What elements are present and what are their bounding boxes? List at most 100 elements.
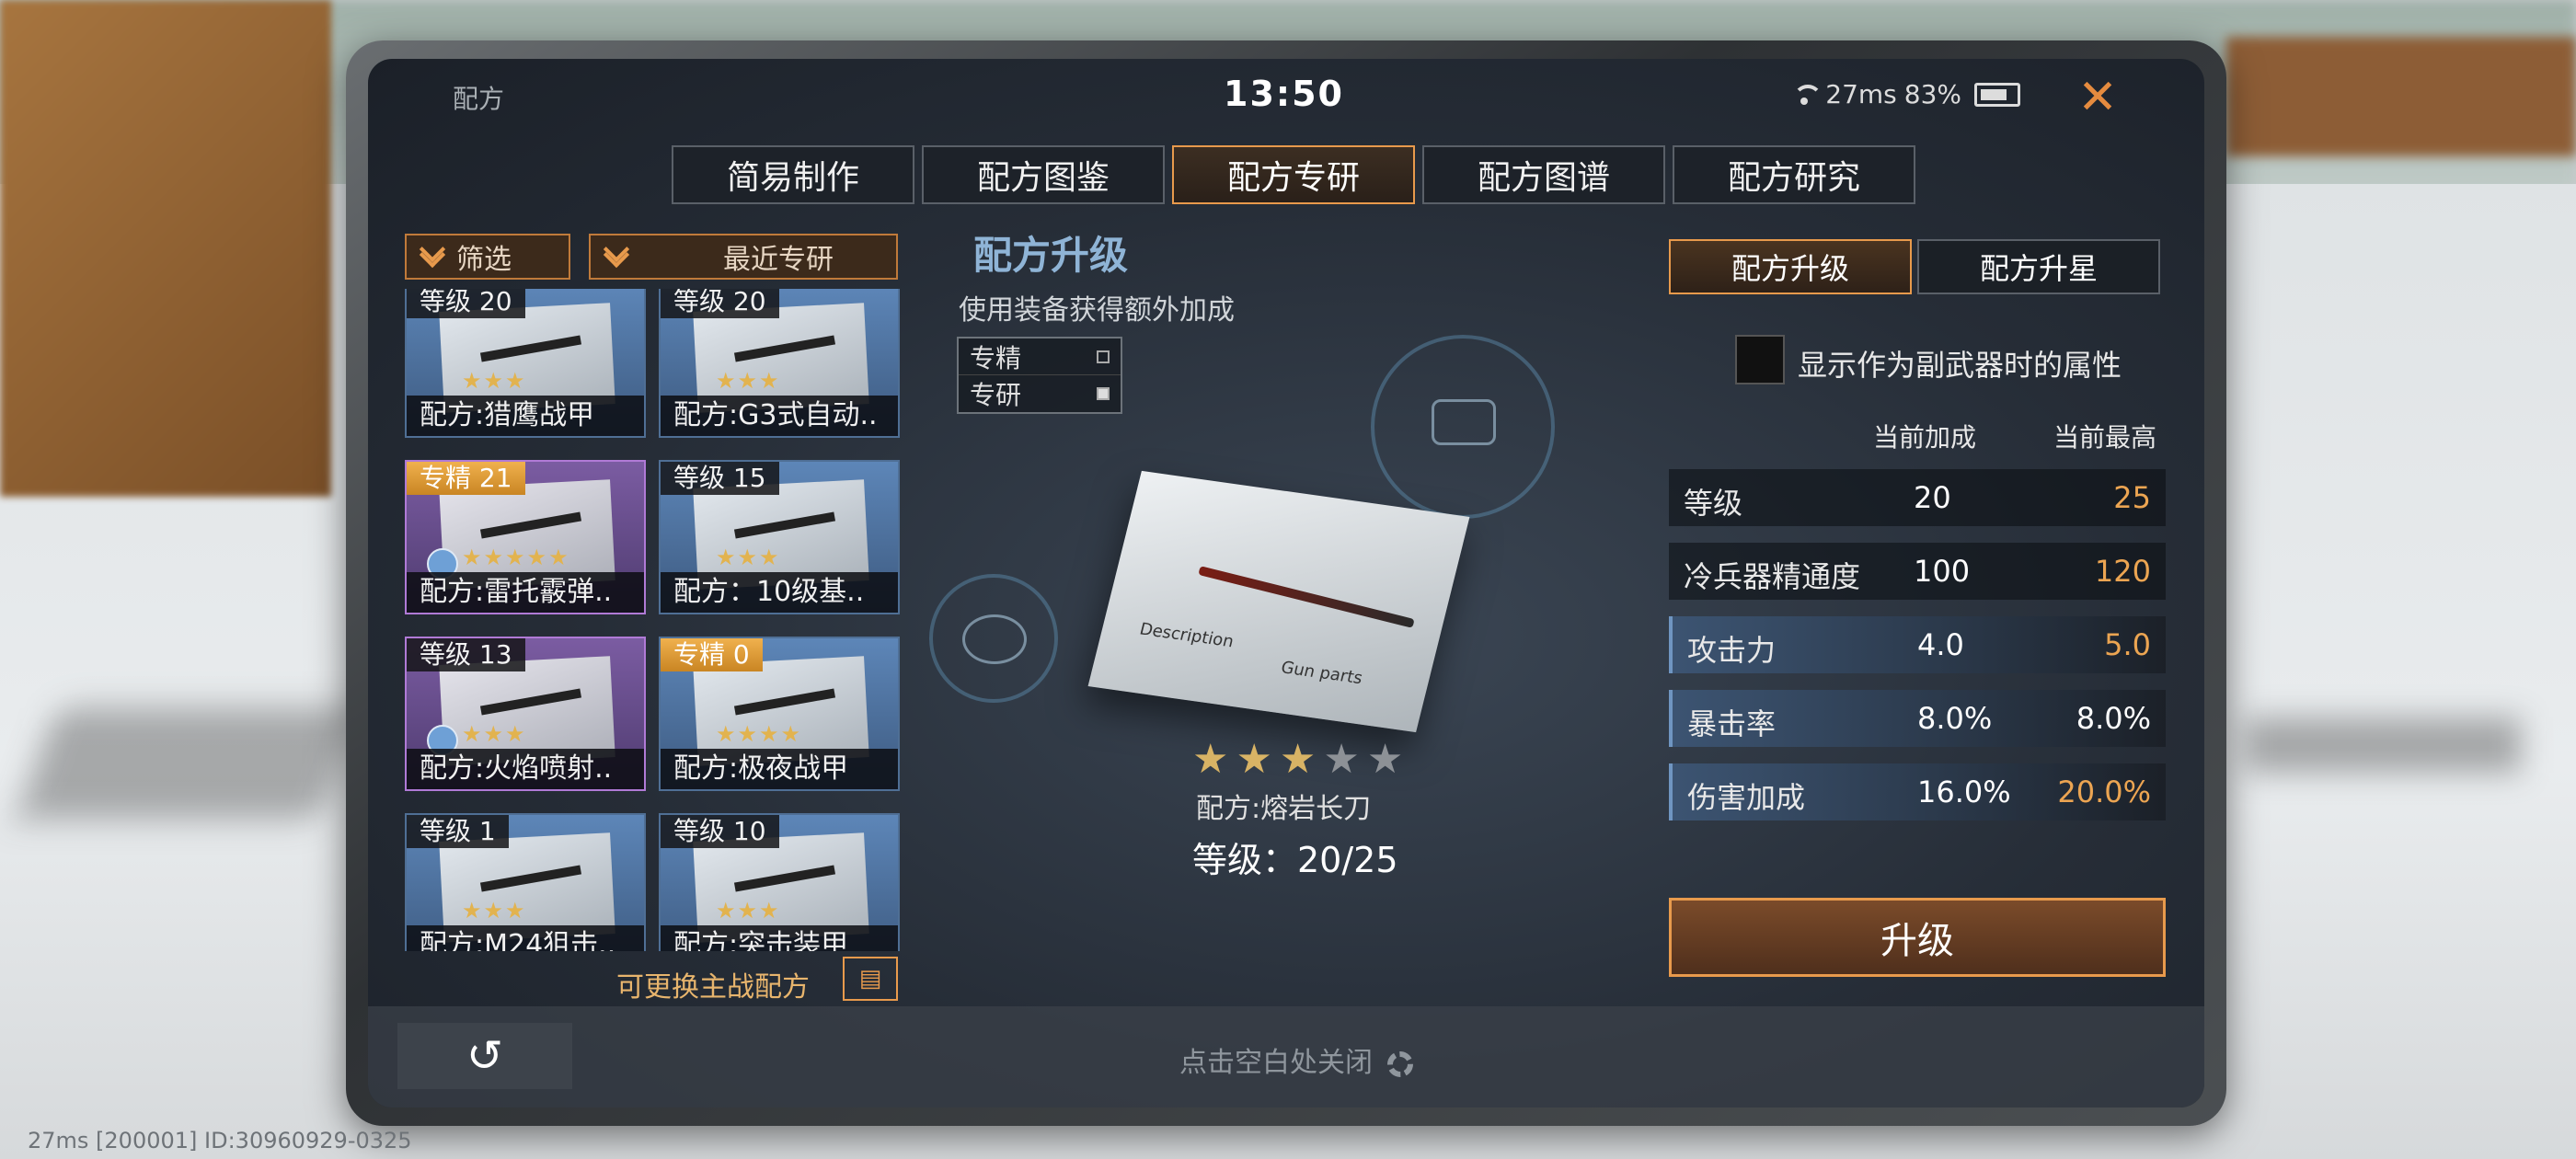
- checkbox-empty-icon: [1097, 350, 1110, 363]
- item-level: 等级：20/25: [1192, 840, 1398, 880]
- recipe-name: 配方:火焰喷射..: [407, 749, 644, 789]
- stat-max: 25: [2113, 480, 2151, 515]
- upgrade-tabs: 配方升级 配方升星: [1669, 239, 2160, 294]
- gear-icon: [1386, 1050, 1413, 1077]
- column-header-current: 当前加成: [1873, 422, 1977, 453]
- tap-blank-to-close-hint[interactable]: 点击空白处关闭: [1179, 1039, 1413, 1080]
- secondary-weapon-checkbox[interactable]: [1735, 335, 1785, 384]
- stat-max: 5.0: [2104, 627, 2151, 662]
- recipe-card[interactable]: ★★★ 等级 20 配方:G3式自动..: [659, 289, 900, 438]
- recipe-card[interactable]: ★★★ 等级 1 配方:M24狙击..: [405, 813, 646, 951]
- stat-row-melee-mastery: 冷兵器精通度 100 120: [1669, 543, 2166, 600]
- recent-label: 最近专研: [723, 244, 834, 276]
- stat-current: 8.0%: [1917, 701, 1993, 736]
- close-hint-text: 点击空白处关闭: [1179, 1047, 1373, 1079]
- stat-name: 等级: [1684, 486, 1743, 521]
- card-stars: ★★★: [462, 898, 527, 924]
- item-star-rating: ★★★★★: [1192, 736, 1410, 783]
- main-tabs: 简易制作 配方图鉴 配方专研 配方图谱 配方研究: [672, 145, 1915, 204]
- window-title: 配方: [453, 84, 505, 114]
- card-stars: ★★★: [716, 368, 781, 394]
- mastery-badge: 专精 21: [407, 462, 525, 495]
- legend: 专精 专研: [957, 337, 1122, 414]
- tab-recipe-catalog[interactable]: 配方图鉴: [922, 145, 1165, 204]
- recent-research-button[interactable]: 最近专研: [589, 234, 898, 280]
- back-button[interactable]: ↺: [397, 1023, 572, 1089]
- wooden-fence: [2226, 37, 2576, 156]
- recipe-name: 配方:G3式自动..: [661, 396, 898, 436]
- battery-icon: [1974, 82, 2020, 107]
- stat-name: 伤害加成: [1687, 780, 1806, 815]
- debug-info: 27ms [200001] ID:30960929-0325: [28, 1128, 412, 1153]
- card-stars: ★★★★★: [462, 545, 570, 570]
- stat-current: 4.0: [1917, 627, 1964, 662]
- star-filled-icon: ★: [1236, 736, 1280, 783]
- recipe-name: 配方:M24狙击..: [407, 925, 644, 951]
- recipe-name: 配方：10级基..: [661, 572, 898, 613]
- card-stars: ★★★: [462, 721, 527, 747]
- tab-recipe-upgrade[interactable]: 配方升级: [1669, 239, 1912, 294]
- filter-button[interactable]: 筛选: [405, 234, 570, 280]
- tab-recipe-star-up[interactable]: 配方升星: [1917, 239, 2160, 294]
- recipe-screen: 配方 13:50 27ms 83% ✕ 简易制作 配方图鉴 配方专研 配方图谱 …: [368, 59, 2204, 1107]
- ping-text: 27ms: [1825, 79, 1897, 109]
- chevron-down-icon: [420, 247, 445, 266]
- level-badge: 等级 13: [407, 638, 525, 671]
- recipe-card[interactable]: ★★★ 等级 13 配方:火焰喷射..: [405, 637, 646, 791]
- stat-row-level: 等级 20 25: [1669, 469, 2166, 526]
- recipe-card[interactable]: ★★★ 等级 20 配方:猎鹰战甲: [405, 289, 646, 438]
- blueprint-image: Description Gun parts: [1087, 470, 1470, 733]
- star-filled-icon: ★: [1192, 736, 1236, 783]
- clipboard-search-icon[interactable]: ▤: [843, 957, 898, 1001]
- tab-simple-craft[interactable]: 简易制作: [672, 145, 914, 204]
- blueprint-caption: Gun parts: [1279, 658, 1365, 689]
- upgrade-button[interactable]: 升级: [1669, 898, 2166, 977]
- star-empty-icon: ★: [1323, 736, 1367, 783]
- recipe-card[interactable]: ★★★★ 专精 0 配方:极夜战甲: [659, 637, 900, 791]
- card-stars: ★★★: [462, 368, 527, 394]
- section-subtitle: 使用装备获得额外加成: [959, 294, 1235, 327]
- card-stars: ★★★: [716, 545, 781, 570]
- stat-name: 冷兵器精通度: [1684, 559, 1861, 594]
- star-filled-icon: ★: [1279, 736, 1324, 783]
- stat-name: 暴击率: [1687, 706, 1777, 741]
- close-button[interactable]: ✕: [2072, 74, 2123, 125]
- item-name: 配方:熔岩长刀: [1196, 793, 1372, 825]
- stat-max: 8.0%: [2076, 701, 2151, 736]
- card-stars: ★★★: [716, 898, 781, 924]
- secondary-weapon-label: 显示作为副武器时的属性: [1798, 348, 2122, 383]
- level-badge: 等级 20: [661, 289, 779, 318]
- blueprint-caption: Description: [1137, 619, 1236, 652]
- filter-label: 筛选: [456, 244, 512, 276]
- recipe-list-panel: 筛选 最近专研 ★★★ 等级 20 配方:猎鹰战甲 ★★★ 等级 20 配方:G…: [401, 234, 916, 1025]
- mastery-badge: 专精 0: [661, 638, 763, 671]
- tab-recipe-research[interactable]: 配方专研: [1172, 145, 1415, 204]
- tab-recipe-study[interactable]: 配方研究: [1673, 145, 1915, 204]
- stat-row-attack: 攻击力 4.0 5.0: [1669, 616, 2166, 673]
- column-header-max: 当前最高: [2053, 422, 2157, 453]
- recipe-card[interactable]: ★★★ 等级 15 配方：10级基..: [659, 460, 900, 614]
- wifi-icon: [1790, 84, 1823, 105]
- recipe-name: 配方:突击装甲: [661, 925, 898, 951]
- star-empty-icon: ★: [1366, 736, 1411, 783]
- recipe-grid: ★★★ 等级 20 配方:猎鹰战甲 ★★★ 等级 20 配方:G3式自动.. ★…: [401, 289, 916, 951]
- ground-shadow: [17, 708, 361, 819]
- status-bar: 27ms 83%: [1790, 79, 2020, 109]
- tab-recipe-atlas[interactable]: 配方图谱: [1422, 145, 1665, 204]
- legend-row: 专研: [959, 375, 1121, 412]
- legend-label: 专研: [970, 380, 1022, 410]
- stat-current: 16.0%: [1917, 775, 2011, 809]
- recipe-name: 配方:猎鹰战甲: [407, 396, 644, 436]
- chevron-down-icon: [604, 247, 629, 266]
- recipe-card[interactable]: ★★★★★ 专精 21 配方:雷托霰弹..: [405, 460, 646, 614]
- level-badge: 等级 1: [407, 815, 509, 848]
- swap-main-recipe-label: 可更换主战配方: [616, 971, 810, 1004]
- recipe-card[interactable]: ★★★ 等级 10 配方:突击装甲: [659, 813, 900, 951]
- ground-shadow: [2245, 717, 2521, 773]
- card-stars: ★★★★: [716, 721, 803, 747]
- level-badge: 等级 10: [661, 815, 779, 848]
- triangle-emblem-icon: [962, 614, 1027, 664]
- recipe-name: 配方:极夜战甲: [661, 749, 898, 789]
- level-badge: 等级 15: [661, 462, 779, 495]
- stat-name: 攻击力: [1687, 633, 1777, 668]
